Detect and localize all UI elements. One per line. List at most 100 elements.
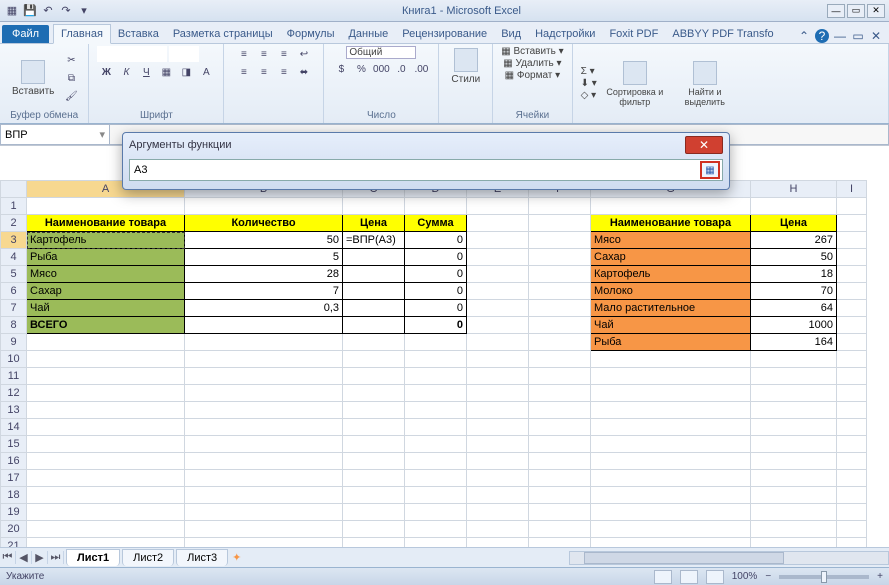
copy-icon[interactable]: ⧉ (62, 70, 80, 86)
cell[interactable]: Рыба (27, 249, 185, 266)
row-header[interactable]: 14 (1, 419, 27, 436)
horizontal-scrollbar[interactable] (569, 551, 889, 565)
tab-foxit[interactable]: Foxit PDF (602, 25, 665, 43)
cell[interactable]: Молоко (591, 283, 751, 300)
new-sheet-icon[interactable]: ✦ (232, 551, 241, 564)
align-top-icon[interactable]: ≡ (235, 46, 253, 62)
row-header[interactable]: 15 (1, 436, 27, 453)
cell[interactable]: 0 (405, 283, 467, 300)
row-header[interactable]: 16 (1, 453, 27, 470)
cell[interactable]: Чай (27, 300, 185, 317)
cell[interactable] (343, 300, 405, 317)
align-left-icon[interactable]: ≡ (235, 64, 253, 80)
minimize-button[interactable]: — (827, 4, 845, 18)
sheet-tab-3[interactable]: Лист3 (176, 549, 228, 566)
font-size-select[interactable] (169, 46, 199, 62)
dialog-range-input[interactable] (130, 162, 698, 178)
cell[interactable]: 0 (405, 266, 467, 283)
tab-insert[interactable]: Вставка (111, 25, 166, 43)
cell[interactable]: 0 (405, 232, 467, 249)
zoom-slider-knob[interactable] (821, 571, 827, 583)
cell[interactable]: Сахар (27, 283, 185, 300)
row-header[interactable]: 7 (1, 300, 27, 317)
row-header[interactable]: 5 (1, 266, 27, 283)
cell[interactable]: Чай (591, 317, 751, 334)
paste-button[interactable]: Вставить (8, 58, 58, 99)
cell[interactable]: Цена (751, 215, 837, 232)
cell[interactable]: 50 (751, 249, 837, 266)
styles-button[interactable]: Стили (447, 46, 484, 87)
redo-icon[interactable]: ↷ (58, 3, 74, 19)
number-format-select[interactable]: Общий (346, 46, 416, 59)
cell[interactable]: 64 (751, 300, 837, 317)
scrollbar-thumb[interactable] (584, 552, 784, 564)
row-header[interactable]: 3 (1, 232, 27, 249)
name-box-dropdown-icon[interactable]: ▾ (99, 128, 105, 141)
name-box[interactable]: ВПР ▾ (0, 124, 110, 145)
cell-c3[interactable]: =ВПР(A3) (343, 232, 405, 249)
tab-review[interactable]: Рецензирование (395, 25, 494, 43)
cell[interactable]: Мало растительное (591, 300, 751, 317)
row-header[interactable]: 9 (1, 334, 27, 351)
row-header[interactable]: 2 (1, 215, 27, 232)
row-header[interactable]: 21 (1, 538, 27, 548)
cells-delete-button[interactable]: ▦ Удалить ▾ (503, 58, 561, 69)
view-normal-button[interactable] (654, 570, 672, 584)
zoom-slider[interactable] (779, 575, 869, 579)
cell[interactable] (343, 266, 405, 283)
format-painter-icon[interactable]: 🖌 (62, 88, 80, 104)
font-color-icon[interactable]: A (197, 64, 215, 80)
border-icon[interactable]: ▦ (157, 64, 175, 80)
tab-addins[interactable]: Надстройки (528, 25, 602, 43)
tab-page-layout[interactable]: Разметка страницы (166, 25, 280, 43)
underline-button[interactable]: Ч (137, 64, 155, 80)
wrap-icon[interactable]: ↩ (295, 46, 313, 62)
row-header[interactable]: 11 (1, 368, 27, 385)
cell[interactable]: 0 (405, 317, 467, 334)
cell[interactable]: Мясо (27, 266, 185, 283)
tab-view[interactable]: Вид (494, 25, 528, 43)
cell[interactable]: Сумма (405, 215, 467, 232)
cell[interactable]: 0 (405, 249, 467, 266)
help-icon[interactable]: ? (815, 29, 829, 43)
cell[interactable] (343, 317, 405, 334)
sheet-nav-prev-icon[interactable]: ◀ (16, 551, 32, 564)
currency-icon[interactable]: $ (332, 61, 350, 77)
row-header[interactable]: 18 (1, 487, 27, 504)
cell[interactable]: Рыба (591, 334, 751, 351)
sheet-nav-first-icon[interactable]: ⏮ (0, 551, 16, 564)
cell[interactable]: 7 (185, 283, 343, 300)
tab-data[interactable]: Данные (341, 25, 395, 43)
cell[interactable]: 50 (185, 232, 343, 249)
percent-icon[interactable]: % (352, 61, 370, 77)
align-bot-icon[interactable]: ≡ (275, 46, 293, 62)
cell[interactable]: 18 (751, 266, 837, 283)
close-button[interactable]: ✕ (867, 4, 885, 18)
col-header-i[interactable]: I (837, 181, 867, 198)
save-icon[interactable]: 💾 (22, 3, 38, 19)
cell[interactable]: 164 (751, 334, 837, 351)
ribbon-minimize-icon[interactable]: ⌃ (797, 29, 811, 43)
cell[interactable]: 267 (751, 232, 837, 249)
cell[interactable]: Наименование товара (591, 215, 751, 232)
cell[interactable] (185, 317, 343, 334)
cell[interactable]: Наименование товара (27, 215, 185, 232)
sort-filter-button[interactable]: Сортировка и фильтр (601, 59, 669, 109)
zoom-out-button[interactable]: − (765, 571, 771, 582)
cell[interactable]: 0,3 (185, 300, 343, 317)
autosum-icon[interactable]: Σ ▾ (581, 66, 597, 77)
row-header[interactable]: 1 (1, 198, 27, 215)
row-header[interactable]: 10 (1, 351, 27, 368)
cell[interactable] (343, 283, 405, 300)
row-header[interactable]: 4 (1, 249, 27, 266)
cell[interactable]: 28 (185, 266, 343, 283)
dialog-close-button[interactable]: ✕ (685, 136, 723, 154)
workbook-minimize-icon[interactable]: — (833, 29, 847, 43)
select-all-corner[interactable] (1, 181, 27, 198)
row-header[interactable]: 20 (1, 521, 27, 538)
dec-decimal-icon[interactable]: .00 (412, 61, 430, 77)
cut-icon[interactable]: ✂ (62, 52, 80, 68)
cell[interactable]: 5 (185, 249, 343, 266)
font-family-select[interactable] (97, 46, 167, 62)
zoom-in-button[interactable]: + (877, 571, 883, 582)
